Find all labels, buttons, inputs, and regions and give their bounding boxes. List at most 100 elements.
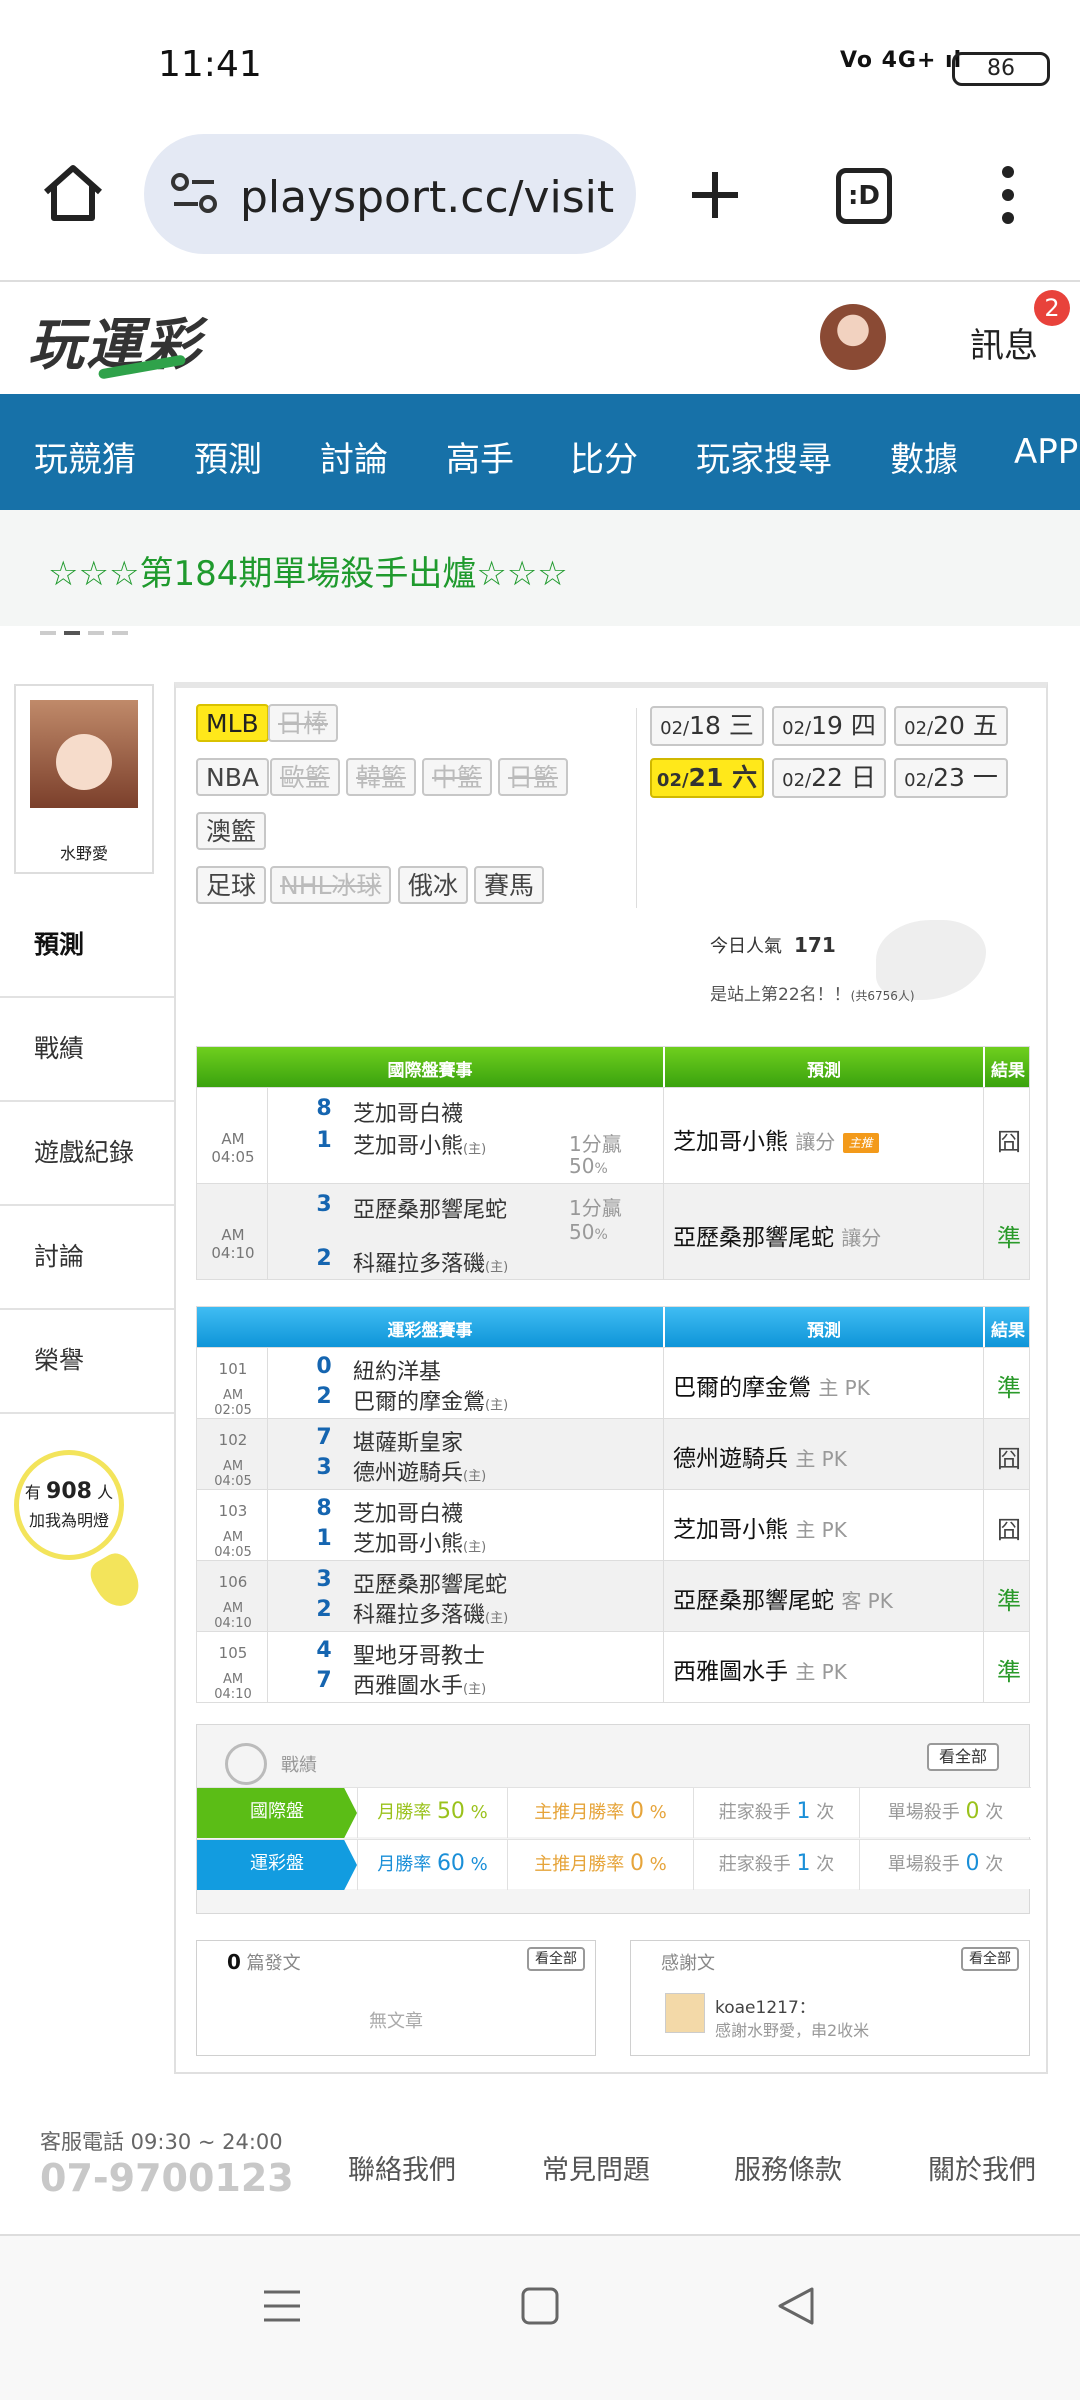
table-row[interactable]: AM 04:05 8 芝加哥白襪 1 芝加哥小熊(主) 1分贏 50% 芝加哥小… bbox=[197, 1087, 1029, 1183]
league-tag-horse[interactable]: 賽馬 bbox=[474, 866, 545, 904]
target-icon bbox=[225, 1743, 267, 1785]
side-menu-item-honor[interactable]: 榮譽 bbox=[0, 1310, 174, 1414]
side-menu-item-game-log[interactable]: 遊戲紀錄 bbox=[0, 1102, 174, 1206]
system-nav-bar bbox=[0, 2236, 1080, 2400]
result-mark: 準 bbox=[997, 1658, 1021, 1686]
tab-switcher-button[interactable]: :D bbox=[836, 168, 892, 224]
footer-link-faq[interactable]: 常見問題 bbox=[542, 2148, 650, 2187]
service-hours: 客服電話 09:30 ~ 24:00 bbox=[40, 2130, 283, 2154]
nav-item[interactable]: 高手 bbox=[446, 432, 514, 481]
address-bar[interactable]: playsport.cc/visit bbox=[144, 134, 636, 254]
record-title: 戰績 bbox=[281, 1755, 317, 1776]
carousel-dots bbox=[40, 620, 136, 639]
side-menu-item-discussion[interactable]: 討論 bbox=[0, 1206, 174, 1310]
posts-count: 0 篇發文 bbox=[227, 1950, 301, 1974]
league-tag-nba[interactable]: NBA bbox=[196, 758, 269, 796]
site-header: 玩運彩 訊息 2 bbox=[0, 280, 1080, 394]
status-bar: 11:41 Vo 4G+ ıl 86 bbox=[0, 0, 1080, 120]
messages-link[interactable]: 訊息 bbox=[970, 318, 1038, 367]
table-row[interactable]: 101 AM 02:05 0 紐約洋基 2 巴爾的摩金鶯(主) 巴爾的摩金鶯 主… bbox=[197, 1347, 1029, 1418]
clock: 11:41 bbox=[158, 44, 262, 85]
more-options-icon[interactable] bbox=[996, 164, 1020, 226]
nav-item[interactable]: 預測 bbox=[194, 432, 262, 481]
home-icon[interactable] bbox=[40, 160, 106, 226]
posts-empty: 無文章 bbox=[369, 2011, 423, 2032]
league-tag-cba: 中籃 bbox=[422, 758, 493, 796]
league-tag-khl[interactable]: 俄冰 bbox=[398, 866, 469, 904]
result-mark: 囧 bbox=[997, 1445, 1021, 1473]
back-icon[interactable] bbox=[776, 2286, 816, 2326]
league-tag-npb: 日棒 bbox=[268, 704, 339, 742]
lottery-predictions-table: 運彩盤賽事 預測 結果 101 AM 02:05 0 紐約洋基 2 巴爾的摩金鶯… bbox=[196, 1306, 1030, 1703]
follow-caption: 加我為明燈 bbox=[28, 1511, 109, 1530]
signal-indicator: Vo 4G+ ıl bbox=[840, 48, 963, 73]
footer-link-about[interactable]: 關於我們 bbox=[928, 2148, 1036, 2187]
league-tag-kbl: 韓籃 bbox=[346, 758, 417, 796]
site-logo[interactable]: 玩運彩 bbox=[28, 300, 202, 381]
home-button-icon[interactable] bbox=[520, 2286, 560, 2326]
date-button[interactable]: 02/18 三 bbox=[650, 706, 764, 746]
announcement-banner[interactable]: ☆☆☆第184期單場殺手出爐☆☆☆ bbox=[0, 510, 1080, 635]
popularity-rank: 是站上第22名！！(共6756人) bbox=[710, 985, 915, 1005]
prediction-panel: MLB 日棒 NBA 歐籃 韓籃 中籃 日籃 澳籃 足球 NHL冰球 俄冰 賽馬… bbox=[174, 682, 1048, 2074]
table-row[interactable]: 105 AM 04:10 4 聖地牙哥教士 7 西雅圖水手(主) 西雅圖水手 主… bbox=[197, 1631, 1029, 1702]
league-tag-mlb[interactable]: MLB bbox=[196, 704, 269, 742]
service-phone[interactable]: 07-9700123 bbox=[40, 2156, 294, 2200]
result-mark: 準 bbox=[997, 1587, 1021, 1615]
record-see-all-button[interactable]: 看全部 bbox=[927, 1743, 1000, 1771]
table-header: 運彩盤賽事 預測 結果 bbox=[197, 1307, 1029, 1347]
profile-picture bbox=[30, 700, 138, 808]
table-row[interactable]: 106 AM 04:10 3 亞歷桑那響尾蛇 2 科羅拉多落磯(主) 亞歷桑那響… bbox=[197, 1560, 1029, 1631]
footer-link-terms[interactable]: 服務條款 bbox=[734, 2148, 842, 2187]
posts-see-all-button[interactable]: 看全部 bbox=[527, 1947, 585, 1971]
thanks-title: 感謝文 bbox=[661, 1953, 715, 1974]
thanks-avatar bbox=[665, 1993, 705, 2033]
site-settings-icon[interactable] bbox=[170, 172, 218, 216]
nav-item[interactable]: 比分 bbox=[570, 432, 638, 481]
footer-link-contact[interactable]: 聯絡我們 bbox=[348, 2148, 456, 2187]
result-mark: 準 bbox=[997, 1224, 1021, 1252]
intl-predictions-table: 國際盤賽事 預測 結果 AM 04:05 8 芝加哥白襪 1 芝加哥小熊(主) … bbox=[196, 1046, 1030, 1280]
thanks-user[interactable]: koae1217： bbox=[715, 1993, 816, 2018]
record-summary: 戰績 看全部 國際盤 月勝率 50 % 主推月勝率 0 % 莊家殺手 1 次 單… bbox=[196, 1724, 1031, 1914]
date-button-selected[interactable]: 02/21 六 bbox=[650, 758, 764, 798]
main-nav: 玩競猜 預測 討論 高手 比分 玩家搜尋 數據 APP bbox=[0, 394, 1080, 510]
side-menu-item-record[interactable]: 戰績 bbox=[0, 998, 174, 1102]
table-row[interactable]: 103 AM 04:05 8 芝加哥白襪 1 芝加哥小熊(主) 芝加哥小熊 主 … bbox=[197, 1489, 1029, 1560]
date-button[interactable]: 02/20 五 bbox=[894, 706, 1008, 746]
profile-name: 水野愛 bbox=[59, 844, 108, 863]
lightbulb-icon bbox=[84, 1547, 148, 1615]
side-menu-item-prediction[interactable]: 預測 bbox=[0, 894, 174, 998]
nav-item[interactable]: 玩家搜尋 bbox=[696, 432, 832, 481]
site-footer: 客服電話 09:30 ~ 24:00 07-9700123 聯絡我們 常見問題 … bbox=[0, 2106, 1080, 2236]
date-button[interactable]: 02/19 四 bbox=[772, 706, 886, 746]
table-row[interactable]: AM 04:10 3 亞歷桑那響尾蛇 2 科羅拉多落磯(主) 1分贏 50% 亞… bbox=[197, 1183, 1029, 1279]
nav-item[interactable]: 討論 bbox=[320, 432, 388, 481]
nav-item[interactable]: 數據 bbox=[890, 432, 958, 481]
thanks-box: 感謝文 看全部 koae1217： 感謝水野愛，串2收米 bbox=[630, 1940, 1030, 2056]
league-tag-nbl[interactable]: 澳籃 bbox=[196, 812, 267, 850]
main-pick-badge: 主推 bbox=[842, 1132, 879, 1153]
date-button[interactable]: 02/22 日 bbox=[772, 758, 886, 798]
league-tag-nhl: NHL冰球 bbox=[270, 866, 392, 904]
record-row-intl: 國際盤 月勝率 50 % 主推月勝率 0 % 莊家殺手 1 次 單場殺手 0 次 bbox=[197, 1787, 1031, 1838]
fan-count: 908 bbox=[46, 1479, 92, 1504]
url-text: playsport.cc/visit bbox=[240, 172, 615, 223]
thanks-message[interactable]: 感謝水野愛，串2收米 bbox=[715, 2017, 869, 2041]
browser-toolbar: playsport.cc/visit :D bbox=[0, 120, 1080, 280]
result-mark: 囧 bbox=[997, 1128, 1021, 1156]
menu-icon[interactable] bbox=[262, 2286, 302, 2326]
result-mark: 囧 bbox=[997, 1516, 1021, 1544]
table-row[interactable]: 102 AM 04:05 7 堪薩斯皇家 3 德州遊騎兵(主) 德州遊騎兵 主 … bbox=[197, 1418, 1029, 1489]
thanks-see-all-button[interactable]: 看全部 bbox=[961, 1947, 1019, 1971]
league-tag-soccer[interactable]: 足球 bbox=[196, 866, 267, 904]
nav-item[interactable]: 玩競猜 bbox=[34, 432, 136, 481]
profile-card[interactable]: 水野愛 bbox=[14, 684, 154, 874]
nav-item[interactable]: APP bbox=[1014, 432, 1078, 472]
new-tab-icon[interactable] bbox=[688, 168, 742, 222]
user-avatar[interactable] bbox=[820, 304, 886, 370]
table-header: 國際盤賽事 預測 結果 bbox=[197, 1047, 1029, 1087]
date-button[interactable]: 02/23 一 bbox=[894, 758, 1008, 798]
fan-lightbulb[interactable]: 有 908 人 加我為明燈 bbox=[14, 1450, 148, 1615]
result-mark: 準 bbox=[997, 1374, 1021, 1402]
